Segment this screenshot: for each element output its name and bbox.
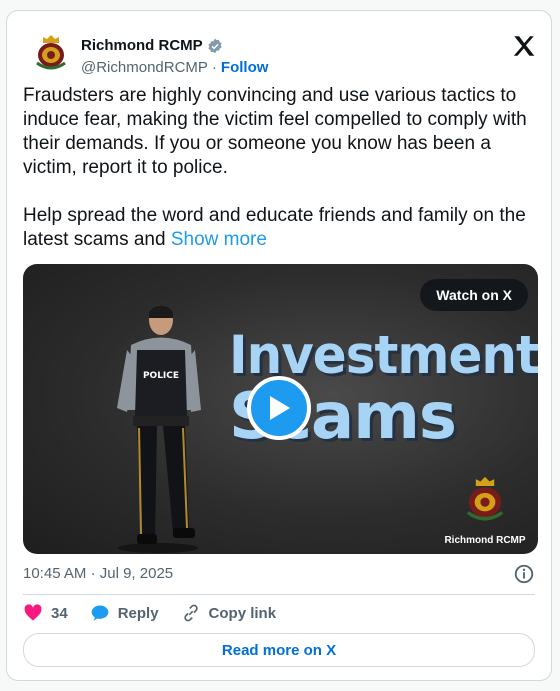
like-button[interactable]: 34	[23, 603, 68, 623]
link-icon	[183, 604, 198, 622]
follow-button[interactable]: Follow	[221, 59, 269, 76]
author-name[interactable]: Richmond RCMP	[81, 37, 203, 54]
verified-badge-icon	[208, 38, 222, 53]
author-handle[interactable]: @RichmondRCMP	[81, 59, 208, 76]
post-card: Richmond RCMP @RichmondRCMP · Follow Fra…	[6, 10, 552, 681]
post-date: Jul 9, 2025	[99, 565, 174, 582]
handle-separator: ·	[211, 59, 217, 76]
avatar[interactable]	[29, 33, 73, 77]
reply-bubble-icon	[91, 605, 109, 621]
copy-link-button[interactable]: Copy link	[181, 603, 277, 623]
video-thumbnail[interactable]: POLICE Watch on X Investment Scams Richm…	[23, 264, 538, 554]
play-button[interactable]	[247, 376, 311, 440]
like-count: 34	[51, 604, 68, 622]
show-more-link[interactable]: Show more	[171, 229, 267, 250]
post-body: Fraudsters are highly convincing and use…	[23, 85, 527, 250]
officer-figure: POLICE	[117, 305, 201, 553]
divider	[23, 594, 535, 595]
rcmp-crest-icon	[36, 35, 66, 70]
info-icon[interactable]	[513, 563, 535, 585]
meta-separator: ·	[90, 565, 96, 582]
badge-label: Richmond RCMP	[444, 535, 526, 546]
reply-label: Reply	[117, 604, 159, 622]
copy-link-label: Copy link	[208, 604, 277, 622]
post-time: 10:45 AM	[23, 565, 87, 582]
rcmp-crest-icon	[466, 476, 504, 521]
play-icon	[270, 396, 290, 420]
post-timestamp[interactable]: 10:45 AM · Jul 9, 2025	[23, 565, 173, 582]
x-logo-icon[interactable]	[511, 33, 537, 59]
rcmp-badge: Richmond RCMP	[440, 474, 530, 546]
watch-on-x-button[interactable]: Watch on X	[420, 279, 528, 311]
heart-icon	[24, 604, 42, 621]
read-more-button[interactable]: Read more on X	[23, 633, 535, 667]
vest-text: POLICE	[143, 371, 179, 381]
post-text: Fraudsters are highly convincing and use…	[23, 84, 543, 252]
reply-button[interactable]: Reply	[90, 603, 159, 623]
